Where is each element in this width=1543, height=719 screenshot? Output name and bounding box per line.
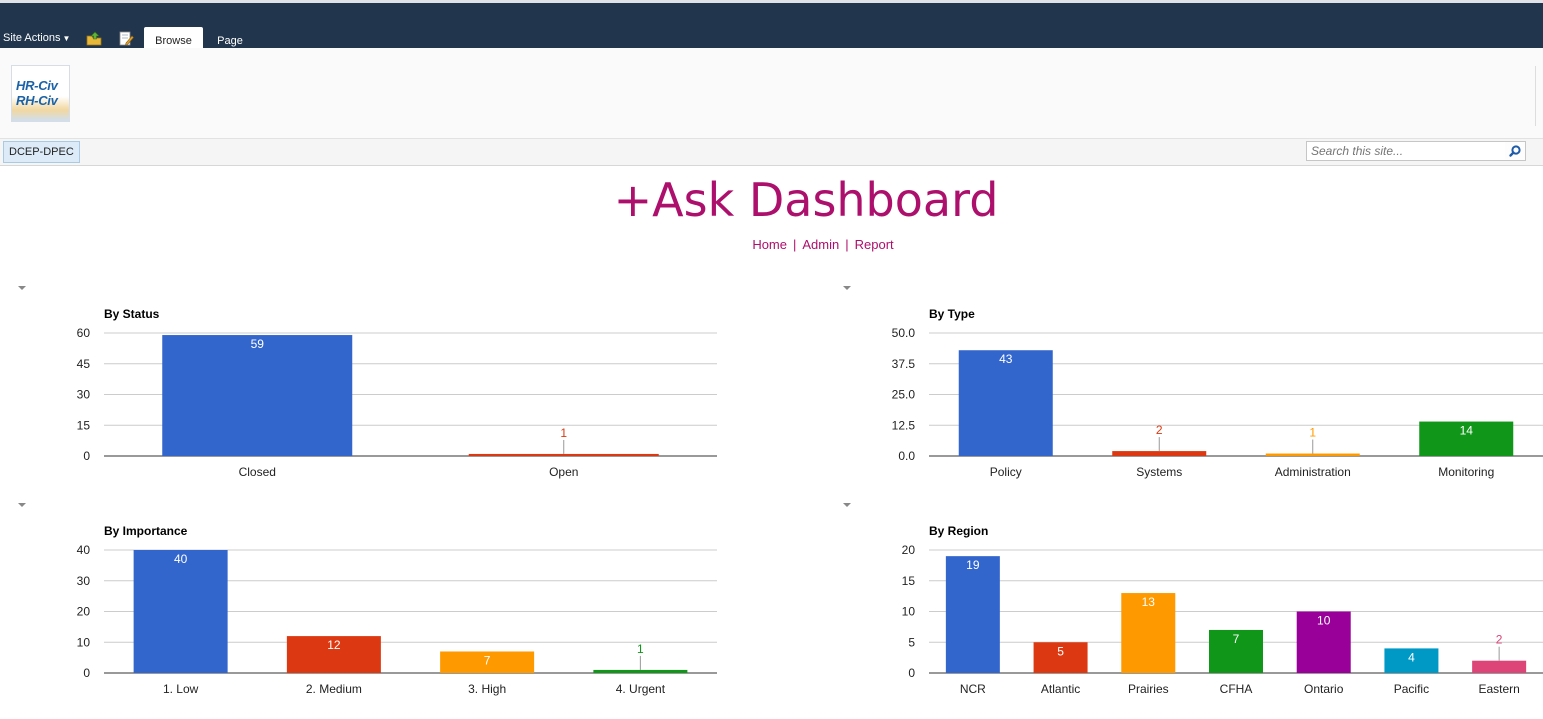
x-tick-label: Monitoring xyxy=(1438,465,1494,479)
data-label: 7 xyxy=(484,653,491,667)
data-label: 1 xyxy=(637,642,644,656)
y-tick-label: 10 xyxy=(902,605,916,619)
bar-administration xyxy=(1265,453,1360,456)
y-tick-label: 12.5 xyxy=(892,418,916,432)
data-label: 1 xyxy=(560,426,567,440)
x-tick-label: Eastern xyxy=(1478,682,1519,696)
y-tick-label: 5 xyxy=(908,635,915,649)
data-label: 14 xyxy=(1460,424,1474,438)
data-label: 19 xyxy=(966,558,980,572)
bar-ncr xyxy=(945,556,1000,673)
y-tick-label: 0 xyxy=(83,666,90,680)
x-tick-label: Systems xyxy=(1136,465,1182,479)
y-tick-label: 37.5 xyxy=(892,357,916,371)
x-tick-label: Atlantic xyxy=(1041,682,1080,696)
y-tick-label: 0 xyxy=(908,666,915,680)
data-label: 5 xyxy=(1057,644,1064,658)
data-label: 40 xyxy=(174,552,188,566)
y-tick-label: 0 xyxy=(83,449,90,463)
data-label: 4 xyxy=(1408,650,1415,664)
data-label: 43 xyxy=(999,352,1013,366)
x-tick-label: Ontario xyxy=(1304,682,1344,696)
x-tick-label: Policy xyxy=(990,465,1022,479)
bar-closed xyxy=(162,335,353,456)
bar-open xyxy=(468,453,659,456)
x-tick-label: Closed xyxy=(239,465,276,479)
y-tick-label: 50.0 xyxy=(892,326,916,340)
y-tick-label: 25.0 xyxy=(892,388,916,402)
bar-4-urgent xyxy=(593,669,688,673)
y-tick-label: 30 xyxy=(77,388,91,402)
data-label: 10 xyxy=(1317,614,1331,628)
x-tick-label: 1. Low xyxy=(163,682,199,696)
data-label: 7 xyxy=(1233,632,1240,646)
y-tick-label: 20 xyxy=(902,543,916,557)
data-label: 59 xyxy=(251,337,265,351)
x-tick-label: Prairies xyxy=(1128,682,1169,696)
x-tick-label: 4. Urgent xyxy=(616,682,666,696)
dashboard-charts: 60453015059Closed1Open50.037.525.012.50.… xyxy=(77,326,1543,696)
y-tick-label: 40 xyxy=(77,543,91,557)
data-label: 13 xyxy=(1142,595,1156,609)
y-tick-label: 0.0 xyxy=(898,449,915,463)
x-tick-label: Pacific xyxy=(1394,682,1429,696)
y-tick-label: 15 xyxy=(902,574,916,588)
data-label: 2 xyxy=(1496,633,1503,647)
x-tick-label: Open xyxy=(549,465,578,479)
y-tick-label: 30 xyxy=(77,574,91,588)
y-tick-label: 10 xyxy=(77,635,91,649)
x-tick-label: 2. Medium xyxy=(306,682,362,696)
x-tick-label: NCR xyxy=(960,682,986,696)
y-tick-label: 60 xyxy=(77,326,91,340)
bar-eastern xyxy=(1472,660,1527,673)
data-label: 2 xyxy=(1156,423,1163,437)
bar-1-low xyxy=(133,550,228,673)
y-tick-label: 15 xyxy=(77,418,91,432)
y-tick-label: 20 xyxy=(77,605,91,619)
data-label: 1 xyxy=(1309,426,1316,440)
x-tick-label: Administration xyxy=(1275,465,1351,479)
data-label: 12 xyxy=(327,638,341,652)
x-tick-label: 3. High xyxy=(468,682,506,696)
y-tick-label: 45 xyxy=(77,357,91,371)
bar-systems xyxy=(1112,451,1207,456)
x-tick-label: CFHA xyxy=(1220,682,1253,696)
